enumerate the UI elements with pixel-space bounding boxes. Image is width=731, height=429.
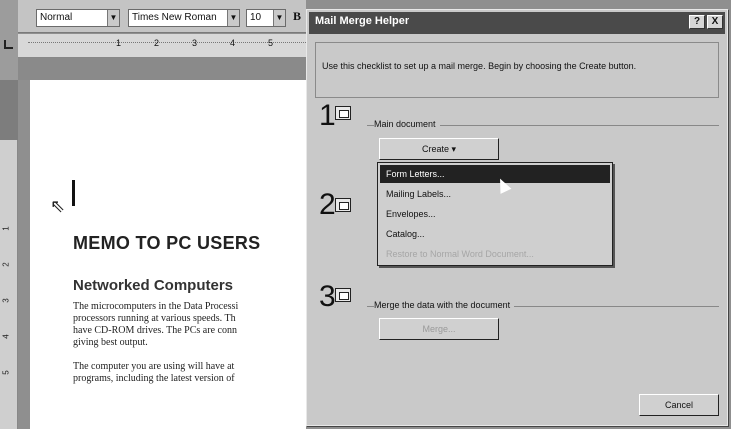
font-size-value: 10: [250, 12, 262, 23]
formatting-toolbar: Normal ▼ Times New Roman ▼ 10 ▼ B: [0, 0, 306, 33]
main-document-icon: [335, 106, 351, 120]
ruler-number: 2: [1, 262, 11, 267]
section-heading: Networked Computers: [73, 277, 234, 294]
merge-button: Merge...: [379, 318, 499, 340]
menu-item-mailing-labels[interactable]: Mailing Labels...: [380, 185, 610, 203]
step-number: 3: [319, 280, 336, 313]
dialog-title: Mail Merge Helper: [315, 15, 410, 27]
ruler-number: 5: [268, 38, 274, 48]
chevron-down-icon[interactable]: ▼: [273, 10, 285, 26]
menu-item-restore: Restore to Normal Word Document...: [386, 249, 534, 259]
chevron-down-icon[interactable]: ▼: [107, 10, 119, 26]
menu-item-envelopes[interactable]: Envelopes...: [380, 205, 610, 223]
intro-box: Use this checklist to set up a mail merg…: [315, 42, 719, 98]
tab-stop-icon[interactable]: [4, 40, 13, 49]
ruler-number: 1: [116, 38, 122, 48]
paragraph-line: processors running at various speeds. Th: [73, 313, 236, 324]
ruler-number: 4: [1, 334, 11, 339]
step-number: 2: [319, 188, 336, 221]
paragraph-line: The computer you are using will have at: [73, 361, 235, 372]
step-label: Main document: [374, 119, 440, 129]
font-value: Times New Roman: [132, 12, 217, 23]
help-button[interactable]: ?: [689, 15, 705, 29]
memo-title: MEMO TO PC USERS: [73, 233, 261, 253]
mouse-pointer-icon: ⇖: [50, 196, 66, 216]
vertical-ruler[interactable]: 1 2 3 4 5: [0, 80, 18, 429]
horizontal-ruler[interactable]: 1 2 3 4 5: [18, 34, 306, 58]
merge-icon: [335, 288, 351, 302]
cancel-button[interactable]: Cancel: [639, 394, 719, 416]
paragraph-line: have CD-ROM drives. The PCs are conn: [73, 325, 237, 336]
menu-item-catalog[interactable]: Catalog...: [380, 225, 610, 243]
chevron-down-icon[interactable]: ▼: [227, 10, 239, 26]
ruler-number: 1: [1, 226, 11, 231]
step-label: Merge the data with the document: [374, 300, 515, 310]
create-button[interactable]: Create ▾: [379, 138, 499, 160]
ruler-shadow: [18, 58, 306, 80]
bold-button[interactable]: B: [293, 9, 305, 27]
ruler-number: 4: [230, 38, 236, 48]
paragraph-line: programs, including the latest version o…: [73, 373, 235, 384]
ruler-number: 3: [1, 298, 11, 303]
ruler-number: 3: [192, 38, 198, 48]
style-combo[interactable]: Normal ▼: [36, 9, 120, 27]
create-menu: Form Letters... Mailing Labels... Envelo…: [377, 162, 613, 266]
paragraph-line: The microcomputers in the Data Processi: [73, 301, 239, 312]
font-size-combo[interactable]: 10 ▼: [246, 9, 286, 27]
step-number: 1: [319, 99, 336, 132]
dialog-titlebar[interactable]: Mail Merge Helper ? X: [309, 12, 725, 34]
intro-text: Use this checklist to set up a mail merg…: [322, 61, 637, 71]
style-value: Normal: [40, 12, 73, 23]
paragraph-line: giving best output.: [73, 337, 148, 348]
ruler-number: 2: [154, 38, 160, 48]
data-source-icon: [335, 198, 351, 212]
text-cursor: [72, 180, 75, 206]
ruler-number: 5: [1, 370, 11, 375]
font-combo[interactable]: Times New Roman ▼: [128, 9, 240, 27]
close-button[interactable]: X: [707, 15, 723, 29]
